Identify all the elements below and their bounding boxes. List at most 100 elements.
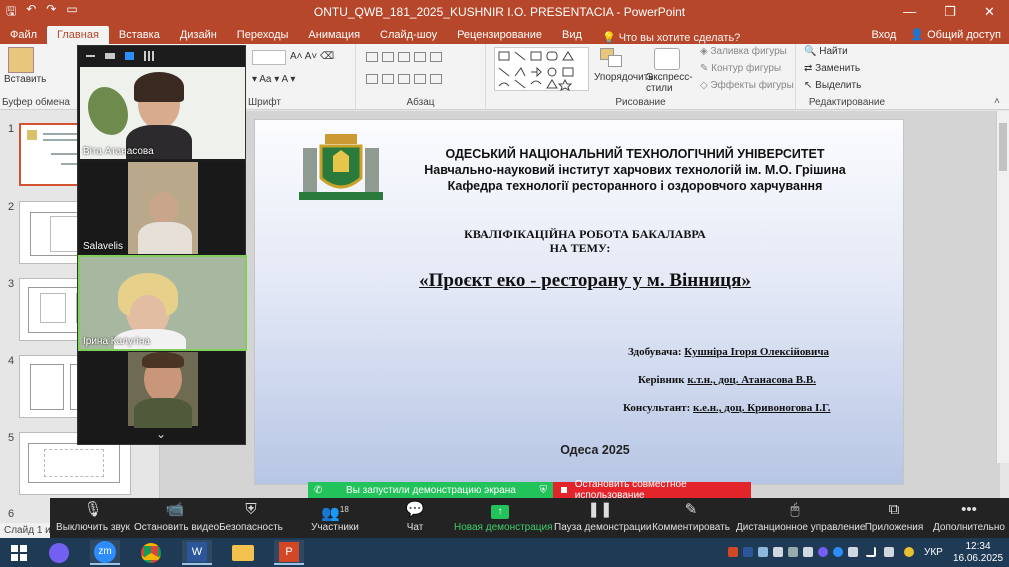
current-slide[interactable]: ОДЕСЬКИЙ НАЦІОНАЛЬНИЙ ТЕХНОЛОГІЧНИЙ УНІВ… xyxy=(254,119,904,485)
tab-view[interactable]: Вид xyxy=(552,26,592,44)
tray-viber-icon[interactable] xyxy=(818,547,828,557)
paste-icon[interactable] xyxy=(8,47,34,73)
participant-video xyxy=(128,162,198,254)
replace-button[interactable]: ⇄ Заменить xyxy=(804,63,860,74)
tell-me-search[interactable]: 💡 Что вы хотите сделать? xyxy=(592,31,740,44)
font-grow-icon[interactable]: A˄ A˅ ⌫ xyxy=(290,51,334,62)
file-explorer-icon[interactable] xyxy=(228,540,258,565)
participants-button[interactable]: 👥18 Участники xyxy=(304,498,366,538)
tray-app-icon[interactable] xyxy=(848,547,858,557)
drawing-group: Упорядочить Экспресс-стили ◈ Заливка фиг… xyxy=(486,44,796,110)
redo-icon[interactable]: ↷ xyxy=(46,2,56,23)
tray-app-icon[interactable] xyxy=(803,547,813,557)
select-button[interactable]: ↖ Выделить xyxy=(804,80,861,91)
quick-styles-icon[interactable] xyxy=(654,48,680,70)
list-icons[interactable] xyxy=(364,50,444,67)
find-button[interactable]: 🔍 Найти xyxy=(804,46,848,57)
save-icon[interactable]: 🖫 xyxy=(6,2,16,23)
tab-file[interactable]: Файл xyxy=(0,26,47,44)
share-button[interactable]: 👤 Общий доступ xyxy=(910,26,1001,44)
remote-control-button[interactable]: 🖱 Дистанционное управление xyxy=(736,498,865,538)
language-indicator[interactable]: УКР xyxy=(924,547,943,558)
windows-taskbar: zm W P УКР 12:34 16.06.2025 xyxy=(0,538,1009,567)
slide-number: 3 xyxy=(8,278,15,290)
tray-app-icon[interactable] xyxy=(773,547,783,557)
font-group: A˄ A˅ ⌫ ▾ Aa ▾ A ▾ Шрифт xyxy=(246,44,356,110)
zoom-app-icon[interactable]: zm xyxy=(90,540,120,565)
stop-video-button[interactable]: 📹 Остановить видео xyxy=(134,498,219,538)
shape-effects-button[interactable]: ◇ Эффекты фигуры xyxy=(700,80,794,91)
show-more-icon[interactable]: ⌄ xyxy=(156,427,166,441)
title-bar: 🖫 ↶ ↷ ▭ ONTU_QWB_181_2025_KUSHNIR I.O. P… xyxy=(0,0,1009,24)
chat-bubble-icon: 💬 xyxy=(405,501,425,518)
minimize-button[interactable]: — xyxy=(903,4,916,20)
tab-design[interactable]: Дизайн xyxy=(170,26,227,44)
present-icon[interactable]: ▭ xyxy=(66,2,77,23)
participants-count: 18 xyxy=(339,505,349,514)
apps-button[interactable]: ⧉ Приложения xyxy=(862,498,926,538)
mute-button[interactable]: 🎙 Выключить звук xyxy=(54,498,132,538)
single-view-icon[interactable] xyxy=(105,53,115,59)
annotate-button[interactable]: ✎ Комментировать xyxy=(652,498,730,538)
slide-number: 1 xyxy=(8,123,15,135)
chrome-icon[interactable] xyxy=(136,540,166,565)
scroll-thumb[interactable] xyxy=(999,123,1007,171)
stop-share-button[interactable]: Остановить совместное использование xyxy=(553,479,751,501)
close-button[interactable]: ✕ xyxy=(984,4,995,20)
tray-app-icon[interactable] xyxy=(758,547,768,557)
chat-button[interactable]: 💬 Чат xyxy=(390,498,440,538)
tab-animations[interactable]: Анимация xyxy=(298,26,370,44)
minimize-video-icon[interactable] xyxy=(86,55,95,57)
tab-insert[interactable]: Вставка xyxy=(109,26,170,44)
volume-icon[interactable] xyxy=(884,547,894,557)
slide-number: 4 xyxy=(8,355,15,367)
video-tile[interactable]: Salavelis xyxy=(80,162,245,254)
more-button[interactable]: ••• Дополнительно xyxy=(932,498,1006,538)
collapse-ribbon-icon[interactable]: ˄ xyxy=(994,96,1000,107)
new-share-button[interactable]: ↑ Новая демонстрация xyxy=(454,498,553,538)
on-topic-label: НА ТЕМУ: xyxy=(549,241,611,255)
font-color-icon[interactable]: ▾ Aa ▾ A ▾ xyxy=(252,74,295,85)
video-tile[interactable]: Віта Атанасова xyxy=(80,67,245,159)
arrange-button[interactable]: Упорядочить xyxy=(594,72,654,83)
security-button[interactable]: ⛨ Безопасность xyxy=(218,498,284,538)
tab-review[interactable]: Рецензирование xyxy=(447,26,552,44)
tab-slideshow[interactable]: Слайд-шоу xyxy=(370,26,447,44)
align-icons[interactable] xyxy=(364,72,444,89)
zoom-toolbar: 🎙 Выключить звук 📹 Остановить видео ⛨ Бе… xyxy=(50,498,1009,538)
font-size-box[interactable] xyxy=(252,50,286,65)
undo-icon[interactable]: ↶ xyxy=(26,2,36,23)
signin-link[interactable]: Вход xyxy=(871,26,896,44)
wifi-icon[interactable] xyxy=(866,547,876,557)
tab-home[interactable]: Главная xyxy=(47,26,109,44)
vertical-scrollbar[interactable] xyxy=(996,111,1009,463)
paste-button[interactable]: Вставить xyxy=(4,74,46,85)
shape-fill-button[interactable]: ◈ Заливка фигуры xyxy=(700,46,787,57)
gallery-view-icon[interactable] xyxy=(144,51,154,61)
shapes-gallery[interactable] xyxy=(494,47,589,91)
tray-app-icon[interactable] xyxy=(788,547,798,557)
arrange-icon[interactable] xyxy=(596,48,626,70)
powerpoint-icon[interactable]: P xyxy=(274,540,304,565)
viber-icon[interactable] xyxy=(44,540,74,565)
tray-app-icon[interactable] xyxy=(904,547,914,557)
shape-outline-button[interactable]: ✎ Контур фигуры xyxy=(700,63,781,74)
word-icon[interactable]: W xyxy=(182,540,212,565)
quick-styles-button[interactable]: Экспресс-стили xyxy=(646,72,694,94)
zoom-video-panel: Віта Атанасова Salavelis Ірина Калугіна … xyxy=(77,45,247,445)
ribbon-tabs: Файл Главная Вставка Дизайн Переходы Ани… xyxy=(0,24,1009,44)
video-tile[interactable]: Ірина Калугіна xyxy=(78,255,247,351)
windows-start-icon[interactable] xyxy=(4,540,34,565)
tray-zoom-icon[interactable] xyxy=(833,547,843,557)
maximize-button[interactable]: ❐ xyxy=(944,4,956,20)
pencil-icon: ✎ xyxy=(684,501,698,518)
clipboard-label: Буфер обмена xyxy=(2,97,70,108)
pause-share-button[interactable]: ❚❚ Пауза демонстрации xyxy=(554,498,652,538)
clock[interactable]: 12:34 16.06.2025 xyxy=(952,541,1004,565)
strip-view-icon[interactable] xyxy=(125,52,134,60)
tray-word-icon[interactable] xyxy=(743,547,753,557)
tray-powerpoint-icon[interactable] xyxy=(728,547,738,557)
work-type-title: КВАЛІФІКАЦІЙНА РОБОТА БАКАЛАВРА xyxy=(464,227,706,241)
tab-transitions[interactable]: Переходы xyxy=(227,26,299,44)
lightbulb-icon: 💡 xyxy=(601,32,616,44)
